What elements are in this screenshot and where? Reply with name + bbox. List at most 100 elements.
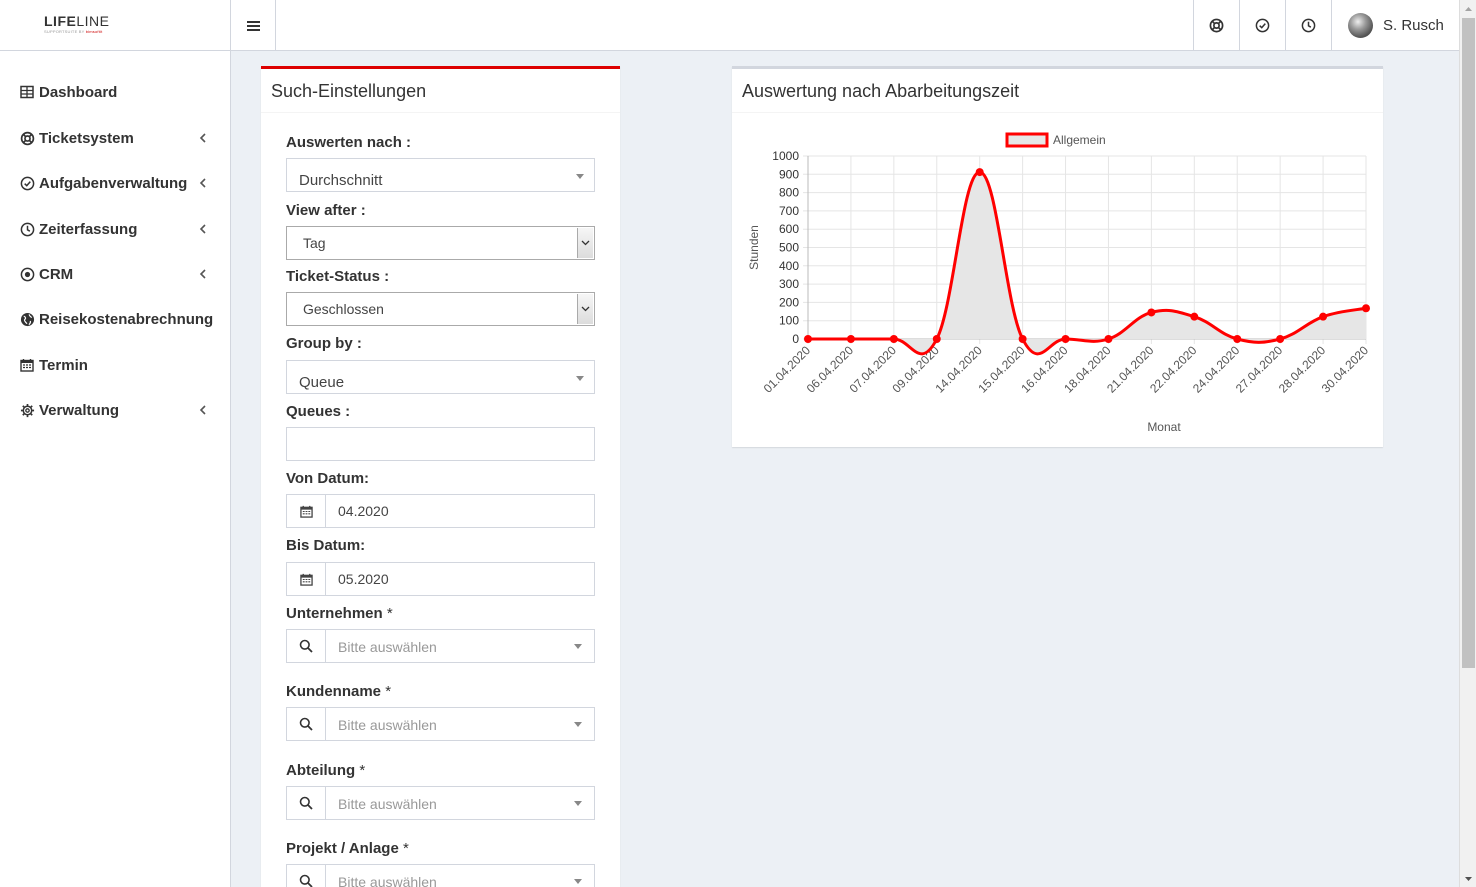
von-datum-label: Von Datum: — [286, 470, 370, 487]
von-datum-input[interactable] — [325, 494, 595, 528]
series-area — [808, 172, 1366, 354]
caret-down-icon — [574, 644, 582, 649]
scroll-down-arrow-icon — [1465, 876, 1472, 881]
ticket-status-select[interactable]: Geschlossen — [286, 292, 595, 326]
group-by-select[interactable]: Queue — [286, 360, 595, 394]
table-icon — [19, 84, 35, 100]
data-point — [1061, 335, 1070, 343]
select-placeholder: Bitte auswählen — [338, 874, 437, 887]
y-tick-label: 600 — [779, 222, 799, 236]
scroll-down-button[interactable] — [1460, 870, 1476, 887]
x-axis-title: Monat — [1147, 420, 1181, 434]
data-point — [1276, 335, 1285, 343]
bis-datum-label: Bis Datum: — [286, 537, 366, 554]
calendar-icon — [19, 357, 35, 373]
y-tick-label: 400 — [779, 259, 799, 273]
abteilung-label: Abteilung * — [286, 762, 366, 779]
projekt-select[interactable]: Bitte auswählen — [325, 864, 595, 887]
user-menu[interactable]: S. Rusch — [1331, 0, 1459, 51]
kundenname-select[interactable]: Bitte auswählen — [325, 707, 595, 741]
chevron-left-icon — [199, 224, 206, 234]
task-notifications-button[interactable] — [1239, 0, 1285, 51]
sidebar-item-aufgabenverwaltung[interactable]: Aufgabenverwaltung — [0, 163, 230, 203]
select-value: Durchschnitt — [299, 172, 383, 189]
sidebar-item-ticketsystem[interactable]: Ticketsystem — [0, 118, 230, 158]
sidebar-item-label: Verwaltung — [39, 401, 120, 419]
scroll-up-button[interactable] — [1460, 0, 1476, 17]
y-tick-label: 500 — [779, 241, 799, 255]
sidebar-item-zeiterfassung[interactable]: Zeiterfassung — [0, 209, 230, 249]
panel-title: Such-Einstellungen — [271, 81, 427, 101]
data-point — [932, 335, 941, 343]
select-value: Geschlossen — [303, 301, 384, 317]
unternehmen-select[interactable]: Bitte auswählen — [325, 629, 595, 663]
group-by-label: Group by : — [286, 335, 362, 352]
series-line — [808, 170, 1367, 356]
select-placeholder: Bitte auswählen — [338, 639, 437, 655]
sidebar-item-verwaltung[interactable]: Verwaltung — [0, 390, 230, 430]
sidebar-item-reisekostenabrechnung[interactable]: Reisekostenabrechnung — [0, 299, 230, 339]
abteilung-select[interactable]: Bitte auswählen — [325, 786, 595, 820]
sidebar: Dashboard Ticketsystem Aufgabenverwaltun… — [0, 51, 231, 887]
sidebar-item-label: Reisekostenabrechnung — [39, 310, 214, 328]
y-tick-label: 300 — [779, 277, 799, 291]
search-icon — [299, 717, 313, 731]
sidebar-item-label: Zeiterfassung — [39, 220, 138, 238]
caret-down-icon — [574, 801, 582, 806]
kundenname-label: Kundenname * — [286, 683, 392, 700]
y-tick-label: 1000 — [772, 149, 799, 163]
caret-down-icon — [576, 174, 584, 179]
sidebar-item-dashboard[interactable]: Dashboard — [0, 72, 230, 112]
top-navbar: LIFELINE SUPPORTSUITE BY bimsoftit S. Ru… — [0, 0, 1476, 51]
avatar — [1348, 13, 1373, 38]
sidebar-item-termin[interactable]: Termin — [0, 345, 230, 385]
data-point — [975, 168, 984, 177]
sidebar-toggle-button[interactable] — [231, 0, 276, 51]
auswerten-select[interactable]: Durchschnitt — [286, 158, 595, 192]
abteilung-search-button[interactable] — [286, 786, 326, 820]
dropdown-arrow-button[interactable] — [577, 294, 593, 324]
calendar-icon — [299, 505, 313, 518]
ticket-notifications-button[interactable] — [1193, 0, 1239, 51]
search-icon — [299, 639, 313, 653]
search-icon — [299, 796, 313, 810]
caret-down-icon — [576, 376, 584, 381]
data-point — [1319, 312, 1328, 321]
x-tick-label: 30.04.2020 — [1319, 343, 1372, 396]
data-point — [1362, 304, 1370, 313]
chevron-left-icon — [199, 133, 206, 143]
view-after-select[interactable]: Tag — [286, 226, 595, 260]
dropdown-arrow-button[interactable] — [577, 228, 593, 258]
page-scrollbar[interactable] — [1459, 0, 1476, 887]
select-placeholder: Bitte auswählen — [338, 796, 437, 812]
queues-input[interactable] — [286, 427, 595, 461]
panel-divider — [261, 112, 620, 113]
unternehmen-search-button[interactable] — [286, 629, 326, 663]
y-tick-label: 900 — [779, 167, 799, 181]
chevron-left-icon — [199, 178, 206, 188]
chart-panel: Auswertung nach Abarbeitungszeit 0 100 200… — [732, 66, 1383, 447]
bis-datum-calendar-button[interactable] — [286, 562, 326, 596]
data-point — [846, 335, 855, 343]
legend-label: Allgemein — [1053, 133, 1106, 147]
globe-icon — [19, 311, 35, 327]
chevron-down-icon — [581, 240, 590, 246]
sidebar-item-label: Termin — [39, 356, 88, 374]
dot-circle-icon — [19, 266, 35, 282]
sidebar-item-crm[interactable]: CRM — [0, 254, 230, 294]
clock-icon — [19, 221, 35, 237]
time-tracking-button[interactable] — [1285, 0, 1331, 51]
logo[interactable]: LIFELINE SUPPORTSUITE BY bimsoftit — [0, 0, 231, 51]
logo-text: LIFELINE — [44, 13, 110, 29]
bis-datum-input[interactable] — [325, 562, 595, 596]
y-axis-title: Stunden — [747, 225, 761, 270]
check-circle-icon — [1255, 18, 1270, 33]
unternehmen-label: Unternehmen * — [286, 605, 393, 622]
gear-icon — [19, 402, 35, 418]
projekt-anlage-label: Projekt / Anlage * — [286, 840, 409, 857]
von-datum-calendar-button[interactable] — [286, 494, 326, 528]
projekt-search-button[interactable] — [286, 864, 326, 887]
kundenname-search-button[interactable] — [286, 707, 326, 741]
sidebar-item-label: CRM — [39, 265, 74, 283]
scrollbar-thumb[interactable] — [1462, 18, 1475, 668]
